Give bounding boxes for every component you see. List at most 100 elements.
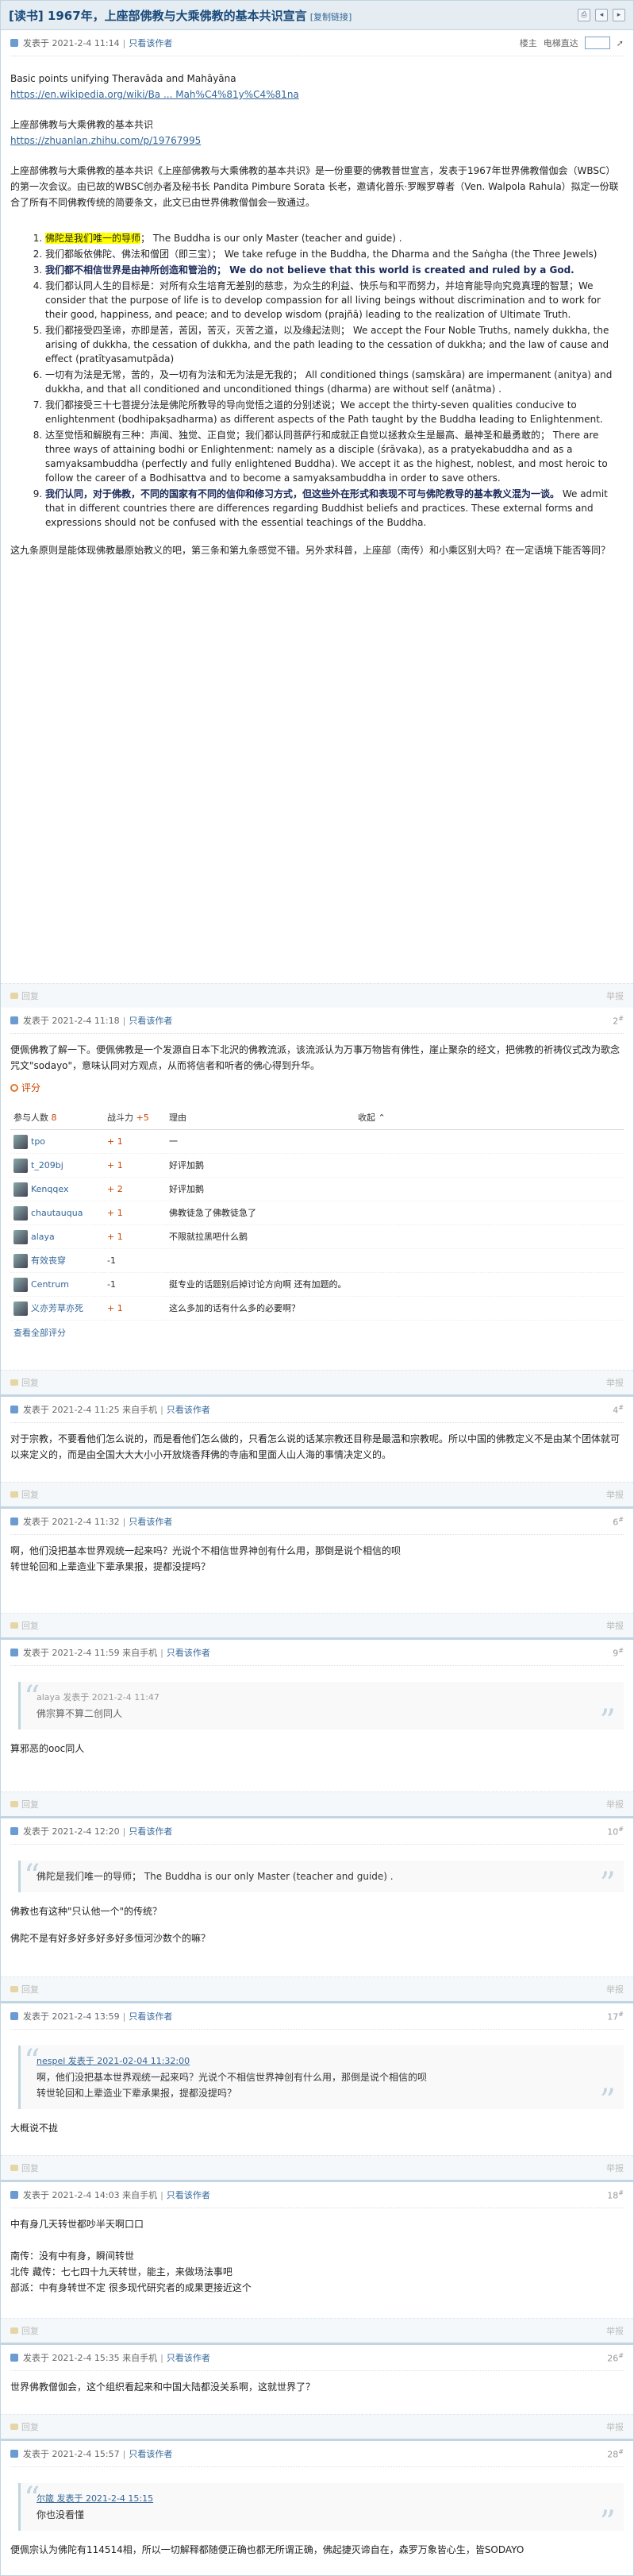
post-meta: 发表于 2021-2-4 14:03 来自手机 | 只看该作者 xyxy=(23,2190,210,2200)
author-only-link[interactable]: 只看该作者 xyxy=(129,1016,172,1026)
prev-thread-icon[interactable]: ◂ xyxy=(595,9,608,21)
post-text: 便佩宗认为佛陀有114514相，所以一切解释都随便正确也都无所谓正确，佛起捷灭谛… xyxy=(10,2544,524,2555)
post-4: 发表于 2021-2-4 11:25 来自手机 | 只看该作者 4# 对于宗教，不要… xyxy=(1,1397,633,1509)
rating-row: 有效丧穿 -1 xyxy=(10,1248,624,1273)
copy-link-button[interactable]: [复制链接] xyxy=(310,12,352,22)
post-footer: 回复 举报 xyxy=(1,2414,633,2439)
author-only-link[interactable]: 只看该作者 xyxy=(129,1826,172,1837)
post-meta: 发表于 2021-2-4 11:14 | 只看该作者 xyxy=(23,38,173,48)
avatar[interactable] xyxy=(13,1205,28,1221)
post-10: 发表于 2021-2-4 12:20 | 只看该作者 10# “ 佛陀是我们唯一的导… xyxy=(1,1818,633,2003)
reply-button[interactable]: 回复 xyxy=(10,989,39,1002)
post-28: 发表于 2021-2-4 15:57 | 只看该作者 28# “ 尔箴 发表于 20… xyxy=(1,2441,633,2575)
go-floor-icon[interactable]: ➚ xyxy=(617,38,624,48)
author-only-link[interactable]: 只看该作者 xyxy=(167,1405,210,1415)
post-body: “ 尔箴 发表于 2021-2-4 15:15 你也没看懂 ” 便佩宗认为佛陀有… xyxy=(10,2467,624,2575)
online-status-icon xyxy=(10,2191,18,2199)
rating-row: alaya + 1 不限就拉黑吧什么鹅 xyxy=(10,1224,624,1249)
post-meta: 发表于 2021-2-4 12:20 | 只看该作者 xyxy=(23,1826,173,1837)
post-header: 发表于 2021-2-4 11:25 来自手机 | 只看该作者 4# xyxy=(10,1397,624,1423)
post-text: 佛陀不是有好多好多好多好多恒河沙数个的嘛？ xyxy=(10,1933,211,1944)
author-only-link[interactable]: 只看该作者 xyxy=(129,1517,172,1527)
reply-icon xyxy=(10,1986,18,1992)
author-only-link[interactable]: 只看该作者 xyxy=(167,2353,210,2363)
zhihu-link[interactable]: https://zhuanlan.zhihu.com/p/19767995 xyxy=(10,135,201,146)
view-all-ratings-link[interactable]: 查看全部评分 xyxy=(10,1321,624,1346)
post-header: 发表于 2021-2-4 11:32 | 只看该作者 6# xyxy=(10,1509,624,1535)
reply-button[interactable]: 回复 xyxy=(10,1488,39,1501)
report-link[interactable]: 举报 xyxy=(606,2324,624,2337)
floor-number-input[interactable] xyxy=(584,37,610,49)
avatar[interactable] xyxy=(13,1158,28,1173)
floor-number: 9# xyxy=(613,1646,624,1659)
avatar[interactable] xyxy=(13,1301,28,1316)
next-thread-icon[interactable]: ▸ xyxy=(613,9,625,21)
reply-icon xyxy=(10,1801,18,1807)
rating-table: 参与人数 8 战斗力 +5 理由 收起 ⌃ tpo + 1一 t_209bj + 1… xyxy=(10,1107,624,1321)
floor-number: 6# xyxy=(613,1515,624,1528)
post-header: 发表于 2021-2-4 11:18 | 只看该作者 2# xyxy=(10,1008,624,1034)
rating-row: t_209bj + 1 好评加鹅 xyxy=(10,1153,624,1178)
quote-source-link[interactable]: 尔箴 发表于 2021-2-4 15:15 xyxy=(37,2493,153,2504)
post-body: 啊，他们没把基本世界观统一起来吗？光说个不相信世界神创有什么用，那倒是说个相信的… xyxy=(10,1535,624,1613)
report-link[interactable]: 举报 xyxy=(606,1798,624,1811)
report-link[interactable]: 举报 xyxy=(606,1983,624,1996)
avatar[interactable] xyxy=(13,1277,28,1292)
quote-text: 啊，他们没把基本世界观统一起来吗？光说个不相信世界神创有什么用，那倒是说个相信的… xyxy=(37,2072,428,2099)
post-body: 便佩佛教了解一下。便佩佛教是一个发源自日本下北沢的佛教流派，该流派认为万事万物皆… xyxy=(10,1034,624,1370)
reply-icon xyxy=(10,2165,18,2171)
quote-text: 你也没看懂 xyxy=(37,2509,85,2520)
reply-button[interactable]: 回复 xyxy=(10,2420,39,2433)
quote-header: nespel 发表于 2021-02-04 11:32:00 xyxy=(37,2053,592,2069)
post-text: 对于宗教，不要看他们怎么说的，而是看他们怎么做的，只看怎么说的话某宗教还目称是最… xyxy=(10,1433,621,1460)
post-meta: 发表于 2021-2-4 11:59 来自手机 | 只看该作者 xyxy=(23,1648,210,1658)
reply-button[interactable]: 回复 xyxy=(10,1619,39,1632)
post-footer: 回复 举报 xyxy=(1,2318,633,2343)
online-status-icon xyxy=(10,39,18,47)
post-9: 发表于 2021-2-4 11:59 来自手机 | 只看该作者 9# “ alaya… xyxy=(1,1640,633,1818)
report-link[interactable]: 举报 xyxy=(606,1488,624,1501)
post-meta: 发表于 2021-2-4 15:57 | 只看该作者 xyxy=(23,2449,173,2459)
floor-number: 18# xyxy=(607,2188,624,2201)
reply-icon xyxy=(10,993,18,999)
print-icon[interactable]: ⎙ xyxy=(578,9,590,21)
author-only-link[interactable]: 只看该作者 xyxy=(167,2190,210,2200)
post-footer: 回复 举报 xyxy=(1,2155,633,2180)
avatar[interactable] xyxy=(13,1182,28,1197)
open-quote-icon: “ xyxy=(24,2481,40,2517)
post-intro: 上座部佛教与大乘佛教的基本共识《上座部佛教与大乘佛教的基本共识》是一份重要的佛教… xyxy=(10,165,619,208)
collapse-ratings-button[interactable]: 收起 xyxy=(358,1113,375,1123)
close-quote-icon: ” xyxy=(599,1866,616,1903)
report-link[interactable]: 举报 xyxy=(606,2161,624,2174)
rating-icon xyxy=(10,1084,18,1092)
list-item: 达至觉悟和解脱有三种：声闻、独觉、正自觉；我们都认同菩萨行和成就正自觉以拯救众生… xyxy=(45,428,624,485)
rating-header: 评分 xyxy=(10,1080,624,1096)
quote-source-link[interactable]: nespel 发表于 2021-02-04 11:32:00 xyxy=(37,2056,190,2066)
report-link[interactable]: 举报 xyxy=(606,1619,624,1632)
post-body: 中有身几天转世都吵半天啊口口 南传：没有中有身，瞬间转世 北传 藏传：七七四十九… xyxy=(10,2208,624,2318)
post-text: 啊，他们没把基本世界观统一起来吗？光说个不相信世界神创有什么用，那倒是说个相信的… xyxy=(10,1545,402,1572)
report-link[interactable]: 举报 xyxy=(606,2420,624,2433)
wiki-link[interactable]: https://en.wikipedia.org/wiki/Ba ... Mah… xyxy=(10,89,299,100)
reply-button[interactable]: 回复 xyxy=(10,1376,39,1389)
avatar[interactable] xyxy=(13,1253,28,1268)
avatar[interactable] xyxy=(13,1134,28,1149)
close-quote-icon: ” xyxy=(599,2083,616,2119)
reply-button[interactable]: 回复 xyxy=(10,2324,39,2337)
author-only-link[interactable]: 只看该作者 xyxy=(129,2449,172,2459)
list-item: 我们都不相信世界是由神所创造和管治的； We do not believe th… xyxy=(45,263,624,277)
reply-button[interactable]: 回复 xyxy=(10,1983,39,1996)
post-header: 发表于 2021-2-4 15:57 | 只看该作者 28# xyxy=(10,2441,624,2467)
avatar[interactable] xyxy=(13,1229,28,1244)
report-link[interactable]: 举报 xyxy=(606,989,624,1002)
jump-to-floor-label: 电梯直达 xyxy=(543,38,578,48)
report-link[interactable]: 举报 xyxy=(606,1376,624,1389)
author-only-link[interactable]: 只看该作者 xyxy=(129,2011,172,2022)
online-status-icon xyxy=(10,2012,18,2020)
rating-row: Centrum -1 挺专业的话题别后掉讨论方向啊 还有加题的。 xyxy=(10,1272,624,1297)
author-only-link[interactable]: 只看该作者 xyxy=(129,38,172,48)
reply-button[interactable]: 回复 xyxy=(10,1798,39,1811)
reply-button[interactable]: 回复 xyxy=(10,2161,39,2174)
post-header: 发表于 2021-2-4 14:03 来自手机 | 只看该作者 18# xyxy=(10,2182,624,2208)
author-only-link[interactable]: 只看该作者 xyxy=(167,1648,210,1658)
